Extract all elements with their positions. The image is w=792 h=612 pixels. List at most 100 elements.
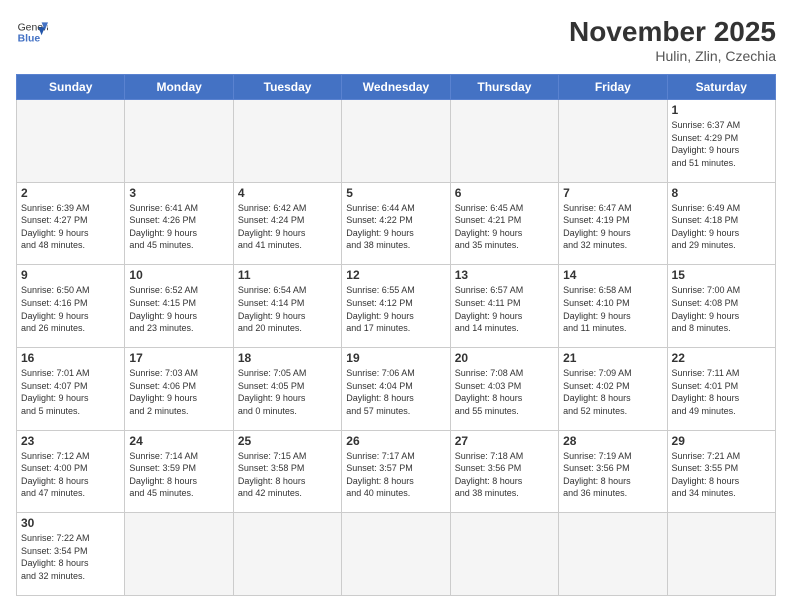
weekday-header-friday: Friday [559, 75, 667, 100]
calendar-cell [450, 100, 558, 183]
calendar-cell: 12Sunrise: 6:55 AM Sunset: 4:12 PM Dayli… [342, 265, 450, 348]
calendar-cell: 26 Sunrise: 7:17 AM Sunset: 3:57 PM Dayli… [342, 430, 450, 513]
calendar-table: SundayMondayTuesdayWednesdayThursdayFrid… [16, 74, 776, 596]
day-number: 3 [129, 186, 228, 200]
calendar-cell: 11Sunrise: 6:54 AM Sunset: 4:14 PM Dayli… [233, 265, 341, 348]
day-info: Sunrise: 6:45 AM Sunset: 4:21 PM Dayligh… [455, 202, 554, 252]
calendar-cell: 19 Sunrise: 7:06 AM Sunset: 4:04 PM Dayli… [342, 347, 450, 430]
weekday-header-wednesday: Wednesday [342, 75, 450, 100]
day-number: 22 [672, 351, 771, 365]
calendar-cell: 9 Sunrise: 6:50 AM Sunset: 4:16 PM Daylig… [17, 265, 125, 348]
day-number: 19 [346, 351, 445, 365]
day-info: Sunrise: 6:49 AM Sunset: 4:18 PM Dayligh… [672, 202, 771, 252]
calendar-cell: 3 Sunrise: 6:41 AM Sunset: 4:26 PM Daylig… [125, 182, 233, 265]
calendar-cell: 7Sunrise: 6:47 AM Sunset: 4:19 PM Daylig… [559, 182, 667, 265]
day-info: Sunrise: 7:11 AM Sunset: 4:01 PM Dayligh… [672, 367, 771, 417]
day-number: 13 [455, 268, 554, 282]
day-number: 27 [455, 434, 554, 448]
calendar-cell: 4Sunrise: 6:42 AM Sunset: 4:24 PM Daylig… [233, 182, 341, 265]
day-number: 17 [129, 351, 228, 365]
day-info: Sunrise: 6:50 AM Sunset: 4:16 PM Dayligh… [21, 284, 120, 334]
calendar-cell: 25 Sunrise: 7:15 AM Sunset: 3:58 PM Dayli… [233, 430, 341, 513]
location-subtitle: Hulin, Zlin, Czechia [569, 48, 776, 64]
day-info: Sunrise: 6:57 AM Sunset: 4:11 PM Dayligh… [455, 284, 554, 334]
day-number: 29 [672, 434, 771, 448]
day-info: Sunrise: 7:12 AM Sunset: 4:00 PM Dayligh… [21, 450, 120, 500]
day-info: Sunrise: 7:14 AM Sunset: 3:59 PM Dayligh… [129, 450, 228, 500]
calendar-cell: 21 Sunrise: 7:09 AM Sunset: 4:02 PM Dayli… [559, 347, 667, 430]
calendar-cell: 17Sunrise: 7:03 AM Sunset: 4:06 PM Dayli… [125, 347, 233, 430]
calendar-cell: 2 Sunrise: 6:39 AM Sunset: 4:27 PM Daylig… [17, 182, 125, 265]
day-number: 9 [21, 268, 120, 282]
day-info: Sunrise: 7:01 AM Sunset: 4:07 PM Dayligh… [21, 367, 120, 417]
calendar-cell: 18Sunrise: 7:05 AM Sunset: 4:05 PM Dayli… [233, 347, 341, 430]
day-number: 25 [238, 434, 337, 448]
day-number: 1 [672, 103, 771, 117]
day-info: Sunrise: 7:06 AM Sunset: 4:04 PM Dayligh… [346, 367, 445, 417]
weekday-header-thursday: Thursday [450, 75, 558, 100]
day-info: Sunrise: 6:58 AM Sunset: 4:10 PM Dayligh… [563, 284, 662, 334]
day-info: Sunrise: 7:15 AM Sunset: 3:58 PM Dayligh… [238, 450, 337, 500]
calendar-cell: 22 Sunrise: 7:11 AM Sunset: 4:01 PM Dayli… [667, 347, 775, 430]
svg-text:Blue: Blue [18, 34, 41, 45]
generalblue-logo-icon: General Blue [16, 16, 48, 48]
day-info: Sunrise: 7:17 AM Sunset: 3:57 PM Dayligh… [346, 450, 445, 500]
day-info: Sunrise: 6:39 AM Sunset: 4:27 PM Dayligh… [21, 202, 120, 252]
calendar-cell: 13 Sunrise: 6:57 AM Sunset: 4:11 PM Dayli… [450, 265, 558, 348]
day-number: 23 [21, 434, 120, 448]
day-number: 6 [455, 186, 554, 200]
day-info: Sunrise: 6:41 AM Sunset: 4:26 PM Dayligh… [129, 202, 228, 252]
weekday-header-tuesday: Tuesday [233, 75, 341, 100]
day-number: 28 [563, 434, 662, 448]
calendar-cell: 10 Sunrise: 6:52 AM Sunset: 4:15 PM Dayli… [125, 265, 233, 348]
day-info: Sunrise: 6:52 AM Sunset: 4:15 PM Dayligh… [129, 284, 228, 334]
calendar-week-row: 16 Sunrise: 7:01 AM Sunset: 4:07 PM Dayli… [17, 347, 776, 430]
day-info: Sunrise: 6:47 AM Sunset: 4:19 PM Dayligh… [563, 202, 662, 252]
day-number: 12 [346, 268, 445, 282]
calendar-cell: 30 Sunrise: 7:22 AM Sunset: 3:54 PM Dayli… [17, 513, 125, 596]
calendar-cell [559, 513, 667, 596]
calendar-cell [233, 513, 341, 596]
calendar-cell: 27 Sunrise: 7:18 AM Sunset: 3:56 PM Dayli… [450, 430, 558, 513]
day-info: Sunrise: 7:18 AM Sunset: 3:56 PM Dayligh… [455, 450, 554, 500]
day-info: Sunrise: 7:09 AM Sunset: 4:02 PM Dayligh… [563, 367, 662, 417]
calendar-cell: 20Sunrise: 7:08 AM Sunset: 4:03 PM Dayli… [450, 347, 558, 430]
calendar-cell: 8 Sunrise: 6:49 AM Sunset: 4:18 PM Daylig… [667, 182, 775, 265]
day-number: 5 [346, 186, 445, 200]
day-info: Sunrise: 6:54 AM Sunset: 4:14 PM Dayligh… [238, 284, 337, 334]
day-info: Sunrise: 7:00 AM Sunset: 4:08 PM Dayligh… [672, 284, 771, 334]
day-info: Sunrise: 6:42 AM Sunset: 4:24 PM Dayligh… [238, 202, 337, 252]
day-info: Sunrise: 7:08 AM Sunset: 4:03 PM Dayligh… [455, 367, 554, 417]
calendar-cell [342, 513, 450, 596]
day-number: 2 [21, 186, 120, 200]
day-number: 10 [129, 268, 228, 282]
calendar-cell [450, 513, 558, 596]
calendar-cell [667, 513, 775, 596]
title-block: November 2025 Hulin, Zlin, Czechia [569, 16, 776, 64]
calendar-cell [342, 100, 450, 183]
calendar-cell: 24 Sunrise: 7:14 AM Sunset: 3:59 PM Dayli… [125, 430, 233, 513]
day-info: Sunrise: 6:37 AM Sunset: 4:29 PM Dayligh… [672, 119, 771, 169]
calendar-cell: 23 Sunrise: 7:12 AM Sunset: 4:00 PM Dayli… [17, 430, 125, 513]
day-info: Sunrise: 7:21 AM Sunset: 3:55 PM Dayligh… [672, 450, 771, 500]
header: General Blue November 2025 Hulin, Zlin, … [16, 16, 776, 64]
calendar-cell [17, 100, 125, 183]
calendar-cell: 28 Sunrise: 7:19 AM Sunset: 3:56 PM Dayli… [559, 430, 667, 513]
weekday-header-saturday: Saturday [667, 75, 775, 100]
calendar-week-row: 2 Sunrise: 6:39 AM Sunset: 4:27 PM Daylig… [17, 182, 776, 265]
calendar-cell [559, 100, 667, 183]
calendar-week-row: 30 Sunrise: 7:22 AM Sunset: 3:54 PM Dayli… [17, 513, 776, 596]
calendar-cell [125, 100, 233, 183]
logo: General Blue [16, 16, 48, 48]
day-info: Sunrise: 7:22 AM Sunset: 3:54 PM Dayligh… [21, 532, 120, 582]
day-number: 26 [346, 434, 445, 448]
calendar-week-row: 23 Sunrise: 7:12 AM Sunset: 4:00 PM Dayli… [17, 430, 776, 513]
day-info: Sunrise: 7:19 AM Sunset: 3:56 PM Dayligh… [563, 450, 662, 500]
day-number: 21 [563, 351, 662, 365]
day-number: 8 [672, 186, 771, 200]
day-number: 30 [21, 516, 120, 530]
day-number: 24 [129, 434, 228, 448]
day-number: 16 [21, 351, 120, 365]
page: General Blue November 2025 Hulin, Zlin, … [0, 0, 792, 612]
calendar-week-row: 9 Sunrise: 6:50 AM Sunset: 4:16 PM Daylig… [17, 265, 776, 348]
